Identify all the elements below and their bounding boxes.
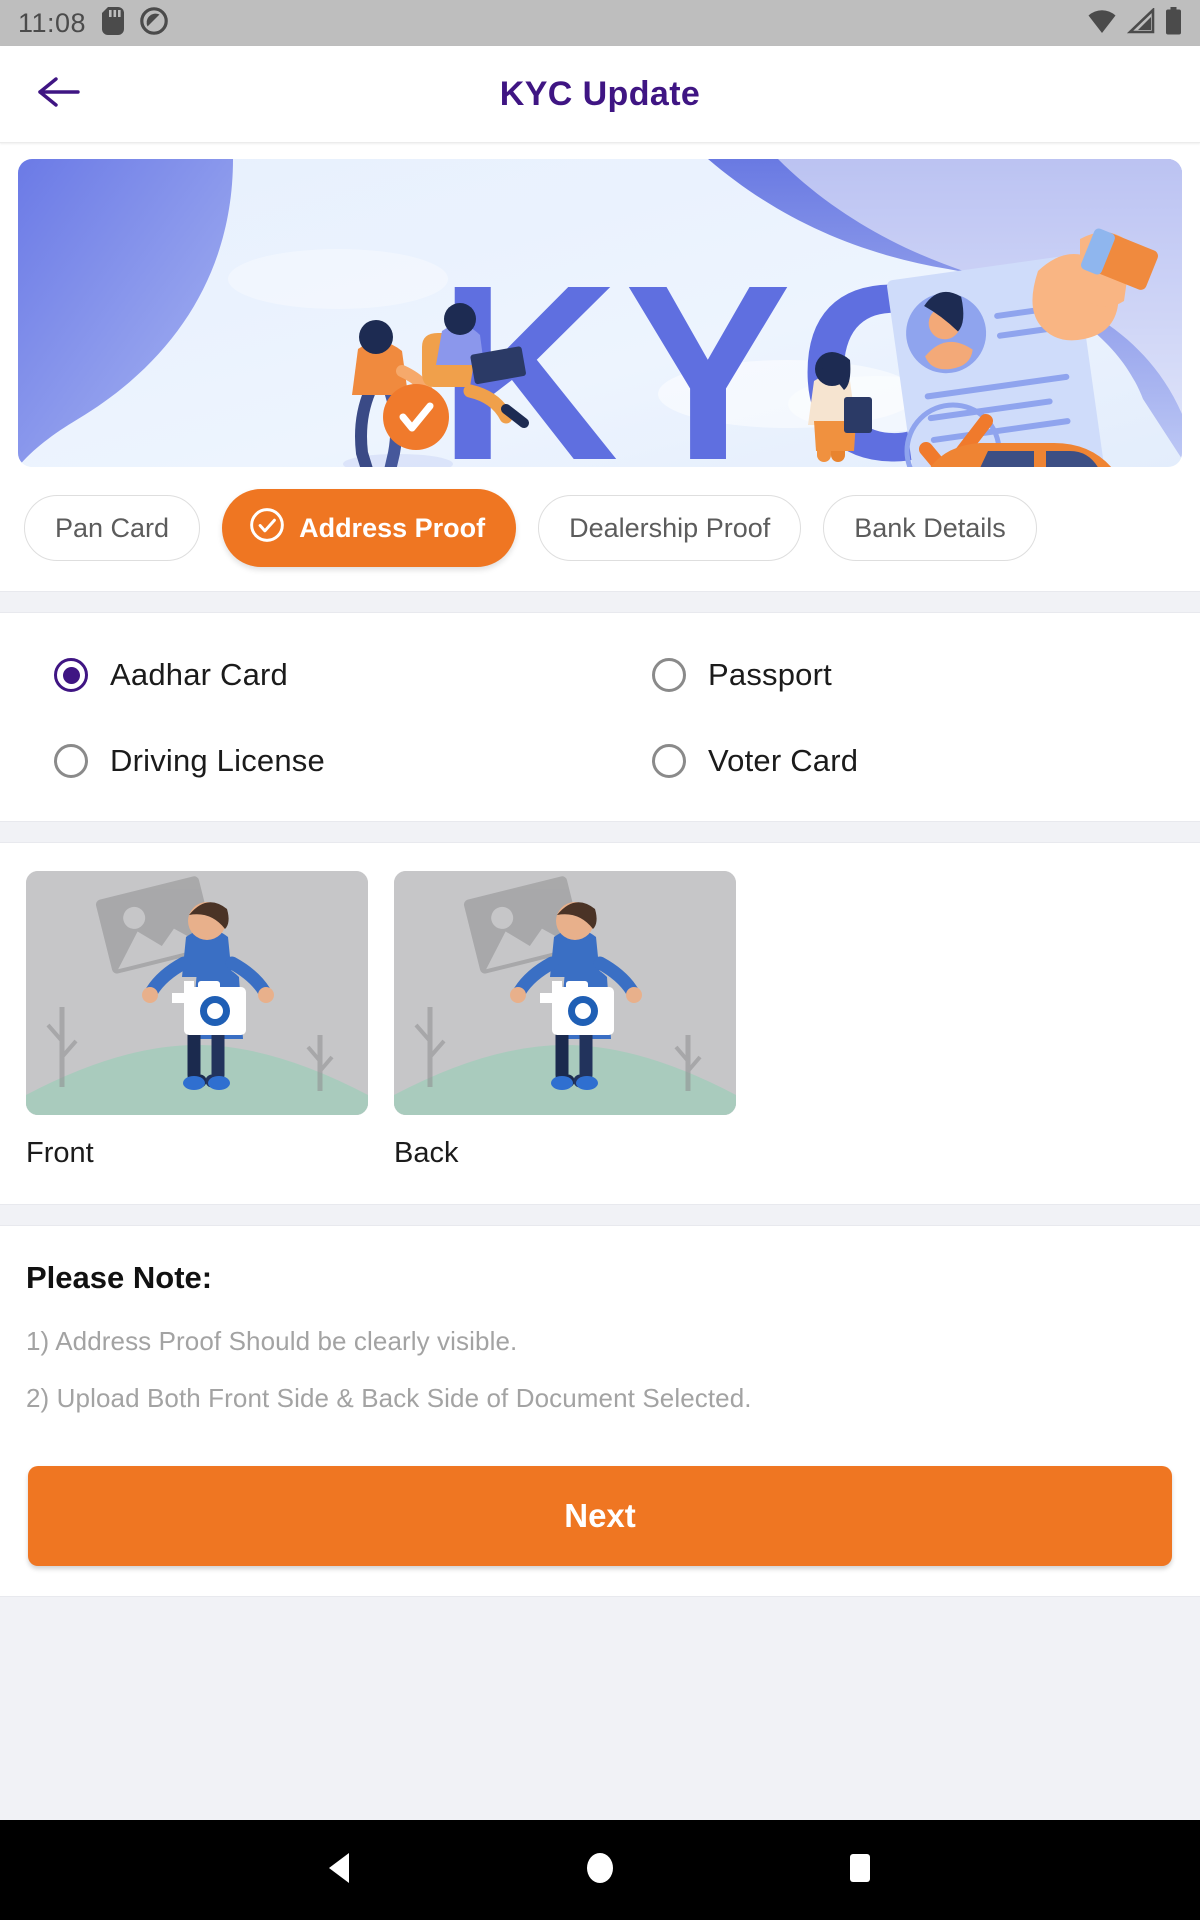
radio-option-voter-card[interactable]: Voter Card [600,743,1200,779]
tab-label: Bank Details [854,512,1006,543]
home-circle-icon [584,1851,616,1890]
image-placeholder-icon [394,871,736,1115]
document-upload-section: Front Back [0,843,1200,1204]
radio-button-icon [652,658,686,692]
banner-container: KYC [0,143,1200,467]
radio-option-label: Aadhar Card [110,657,288,692]
tab-label: Address Proof [299,512,486,543]
recents-square-icon [846,1851,874,1890]
radio-button-icon [54,744,88,778]
radio-option-aadhar-card[interactable]: Aadhar Card [0,657,600,693]
kyc-banner: KYC [18,159,1182,467]
upload-item-front: Front [26,871,368,1170]
document-type-radio-group: Aadhar Card Passport Driving License Vot… [0,657,1200,779]
radio-option-label: Passport [708,657,832,692]
radio-option-label: Driving License [110,743,325,778]
radio-button-icon [54,658,88,692]
cellular-signal-icon [1126,6,1155,39]
image-placeholder-icon [26,871,368,1115]
note-line-1: 1) Address Proof Should be clearly visib… [26,1326,518,1356]
back-triangle-icon [325,1851,355,1890]
tab-label: Dealership Proof [569,512,771,543]
section-divider [0,591,1200,613]
notes-title: Please Note: [26,1260,213,1295]
status-clock: 11:08 [18,7,87,38]
document-type-section: Aadhar Card Passport Driving License Vot… [0,613,1200,821]
android-navigation-bar [0,1820,1200,1920]
tab-pan-card[interactable]: Pan Card [24,495,201,561]
note-line-2: 2) Upload Both Front Side & Back Side of… [26,1383,752,1413]
app-bar: KYC Update [0,46,1200,143]
upload-item-back: Back [394,871,736,1170]
status-bar-right [1087,6,1182,40]
nav-home-button[interactable] [565,1835,635,1905]
page-bottom-spacer [0,1596,1200,1820]
upload-label-back: Back [394,1137,459,1169]
section-divider [0,1204,1200,1226]
tab-bank-details[interactable]: Bank Details [823,495,1037,561]
status-bar: 11:08 [0,0,1200,46]
upload-dropzone-front[interactable] [26,871,368,1115]
next-button[interactable]: Next [28,1466,1172,1566]
tab-dealership-proof[interactable]: Dealership Proof [538,495,802,561]
page-title: KYC Update [499,74,701,113]
kyc-illustration-svg: KYC [18,159,1182,467]
radio-option-passport[interactable]: Passport [600,657,1200,693]
back-button[interactable] [22,58,94,130]
upload-label-front: Front [26,1137,94,1169]
radio-option-label: Voter Card [708,743,859,778]
section-divider [0,821,1200,843]
check-circle-icon [249,507,285,550]
app-root: 11:08 KYC Update KYC Pan Card Address Pr… [0,0,1200,1920]
tab-address-proof[interactable]: Address Proof [222,489,517,567]
battery-icon [1165,6,1182,40]
nav-back-button[interactable] [305,1835,375,1905]
radio-button-icon [652,744,686,778]
do-not-disturb-icon [140,6,168,40]
nav-recents-button[interactable] [825,1835,895,1905]
page-content: KYC Pan Card Address Proof Dealership Pr… [0,143,1200,1820]
primary-action-container: Next [0,1448,1200,1596]
sd-card-icon [102,6,125,40]
notes-section: Please Note: 1) Address Proof Should be … [0,1226,1200,1448]
status-bar-left: 11:08 [18,6,168,40]
radio-option-driving-license[interactable]: Driving License [0,743,600,779]
tab-label: Pan Card [55,512,170,543]
arrow-left-icon [35,72,81,117]
upload-dropzone-back[interactable] [394,871,736,1115]
wifi-icon [1087,8,1117,39]
kyc-step-tabs: Pan Card Address Proof Dealership Proof … [0,467,1200,591]
